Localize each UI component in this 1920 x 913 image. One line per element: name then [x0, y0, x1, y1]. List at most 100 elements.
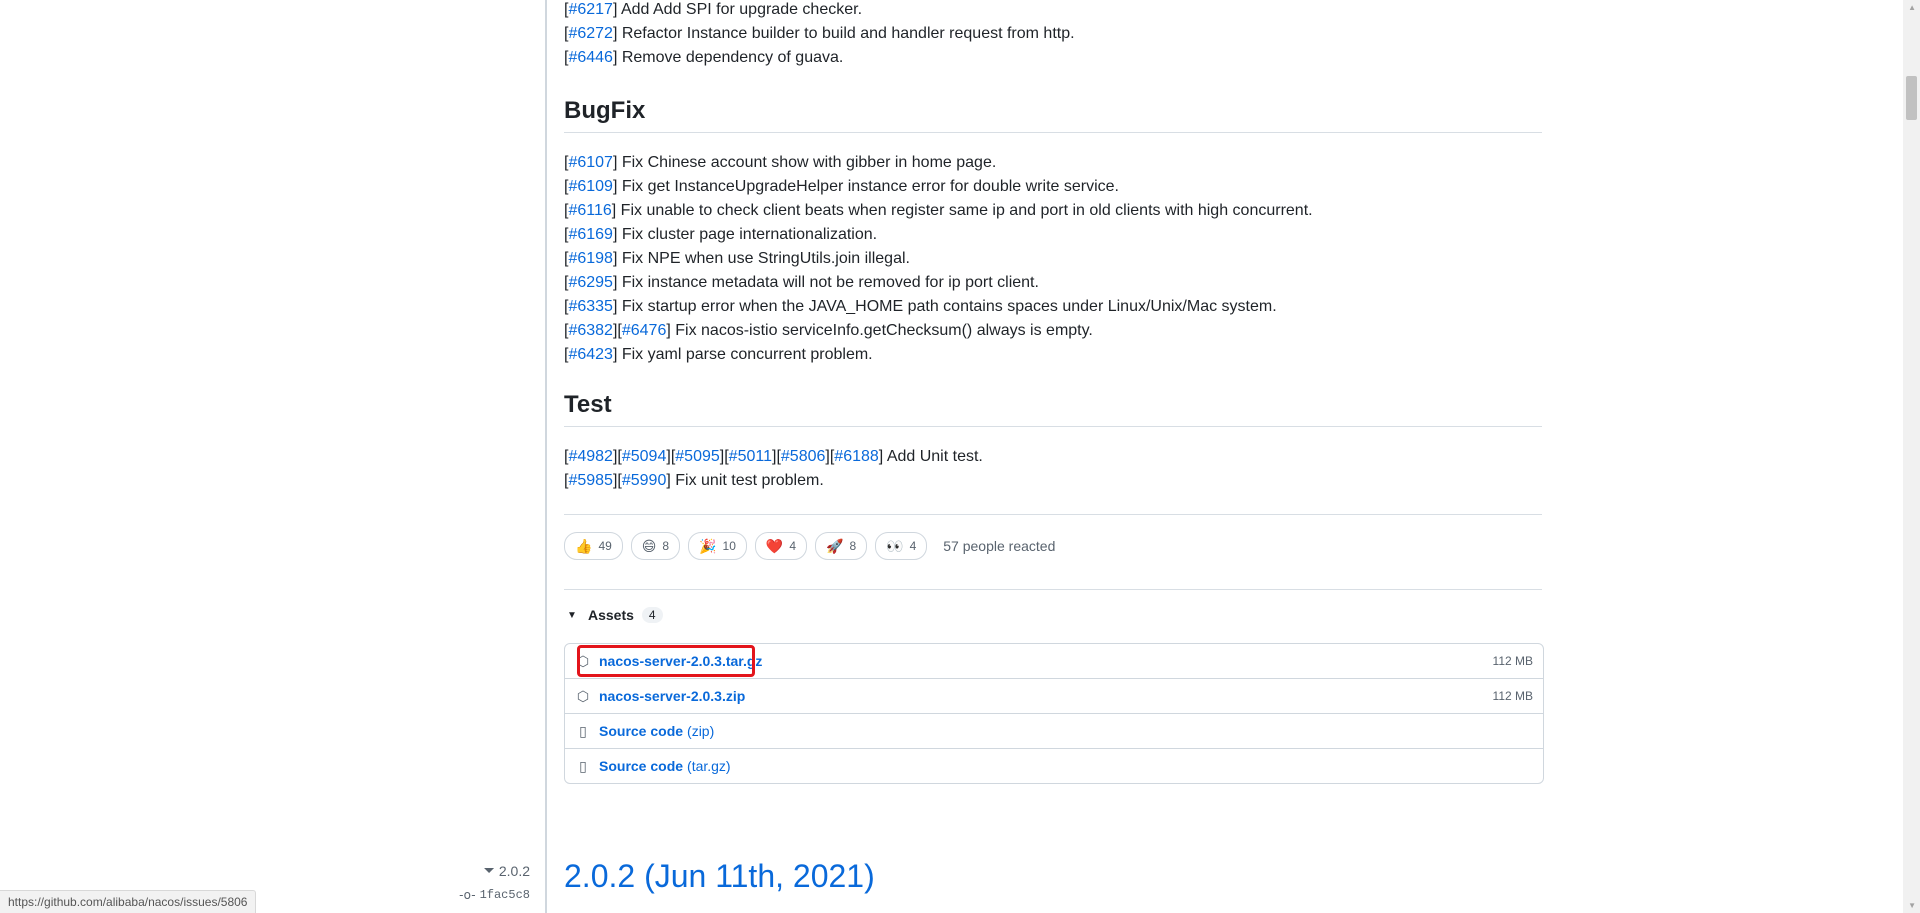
tag-icon: ⏷	[483, 862, 495, 878]
asset-size: 112 MB	[1492, 689, 1533, 703]
issue-link[interactable]: #6169	[568, 226, 613, 243]
bugfix-list: [#6107] Fix Chinese account show with gi…	[564, 151, 1542, 367]
package-icon: ⬡	[576, 687, 590, 704]
item-text: Fix nacos-istio serviceInfo.getChecksum(…	[670, 322, 1093, 339]
scroll-down-arrow-icon[interactable]: ▼	[1908, 901, 1916, 910]
commit-link[interactable]: -o- 1fac5c8	[459, 888, 530, 902]
item-text: Fix cluster page internationalization.	[617, 226, 878, 243]
issue-link[interactable]: #6382	[568, 322, 613, 339]
list-item: [#6107] Fix Chinese account show with gi…	[564, 151, 1542, 175]
issue-link[interactable]: #6198	[568, 250, 613, 267]
asset-size: 112 MB	[1492, 654, 1533, 668]
divider	[564, 589, 1542, 590]
issue-link[interactable]: #5990	[622, 472, 667, 489]
item-text: Fix yaml parse concurrent problem.	[617, 346, 873, 363]
laugh-icon: 😄	[641, 537, 657, 554]
git-commit-icon: -o-	[459, 888, 476, 902]
asset-row: ▯ Source code (zip)	[565, 713, 1543, 748]
asset-download-link[interactable]: nacos-server-2.0.3.tar.gz	[599, 653, 762, 669]
asset-download-link[interactable]: Source code	[599, 723, 683, 739]
issue-link[interactable]: #5985	[568, 472, 613, 489]
hooray-icon: 🎉	[699, 537, 717, 554]
eyes-icon: 👀	[886, 537, 904, 554]
issue-link[interactable]: #6295	[568, 274, 613, 291]
reactions-bar: 👍 49 😄 8 🎉 10 ❤️ 4 🚀 8 👀 4 57 people reacted	[564, 532, 1055, 560]
list-item: [#6446] Remove dependency of guava.	[564, 46, 1075, 70]
issue-link[interactable]: #6107	[568, 154, 613, 171]
issue-link[interactable]: #6476	[622, 322, 667, 339]
list-item: [#4982][#5094][#5095][#5011][#5806][#618…	[564, 445, 1542, 469]
scroll-up-arrow-icon[interactable]: ▲	[1908, 3, 1916, 12]
item-text: Add Unit test.	[883, 448, 983, 465]
item-text: Fix NPE when use StringUtils.join illega…	[617, 250, 910, 267]
asset-download-link[interactable]: nacos-server-2.0.3.zip	[599, 688, 745, 704]
issue-link[interactable]: #6335	[568, 298, 613, 315]
test-heading: Test	[564, 390, 1542, 427]
issue-link[interactable]: #5094	[622, 448, 667, 465]
heart-icon: ❤️	[765, 537, 784, 554]
asset-format[interactable]: (tar.gz)	[687, 758, 731, 774]
feature-list: [#6217] Add Add SPI for upgrade checker.…	[564, 0, 1075, 70]
reaction-count: 8	[662, 539, 670, 553]
test-section: Test [#4982][#5094][#5095][#5011][#5806]…	[564, 390, 1542, 493]
list-item: [#6295] Fix instance metadata will not b…	[564, 271, 1542, 295]
vertical-scrollbar[interactable]: ▲ ▼	[1903, 0, 1920, 913]
issue-link[interactable]: #5095	[675, 448, 720, 465]
reaction-button[interactable]: 👀 4	[875, 532, 928, 560]
issue-link[interactable]: #6188	[834, 448, 879, 465]
timeline-rail	[545, 0, 547, 913]
reaction-button[interactable]: 🚀 8	[815, 532, 868, 560]
item-text: Add Add SPI for upgrade checker.	[617, 1, 863, 18]
asset-row: ⬡ nacos-server-2.0.3.tar.gz 112 MB	[565, 644, 1543, 678]
issue-link[interactable]: #6446	[568, 49, 613, 66]
issue-link[interactable]: #4982	[568, 448, 613, 465]
commit-sha: 1fac5c8	[479, 888, 530, 902]
list-item: [#5985][#5990] Fix unit test problem.	[564, 469, 1542, 493]
assets-list: ⬡ nacos-server-2.0.3.tar.gz 112 MB ⬡ nacos-s…	[564, 643, 1544, 784]
reaction-count: 10	[722, 539, 736, 553]
issue-link[interactable]: #5011	[729, 448, 772, 465]
bugfix-heading: BugFix	[564, 96, 1542, 133]
reaction-button[interactable]: 🎉 10	[688, 532, 747, 560]
list-item: [#6217] Add Add SPI for upgrade checker.	[564, 0, 1075, 22]
item-text: Fix get InstanceUpgradeHelper instance e…	[617, 178, 1119, 195]
issue-link[interactable]: #6217	[568, 1, 613, 18]
asset-download-link[interactable]: Source code	[599, 758, 683, 774]
list-item: [#6169] Fix cluster page internationaliz…	[564, 223, 1542, 247]
release-tag: 2.0.2	[498, 862, 530, 879]
issue-link[interactable]: #6423	[568, 346, 613, 363]
list-item: [#6109] Fix get InstanceUpgradeHelper in…	[564, 175, 1542, 199]
reaction-count: 4	[789, 539, 797, 553]
list-item: [#6272] Refactor Instance builder to bui…	[564, 22, 1075, 46]
list-item: [#6198] Fix NPE when use StringUtils.joi…	[564, 247, 1542, 271]
triangle-down-icon: ▼	[567, 609, 577, 621]
item-text: Refactor Instance builder to build and h…	[617, 25, 1075, 42]
item-text: Remove dependency of guava.	[617, 49, 844, 66]
reactions-summary[interactable]: 57 people reacted	[943, 538, 1055, 554]
reaction-button[interactable]: ❤️ 4	[754, 532, 808, 560]
release-title-link[interactable]: 2.0.2 (Jun 11th, 2021)	[564, 858, 875, 895]
reaction-button[interactable]: 😄 8	[630, 532, 681, 560]
issue-link[interactable]: #6272	[568, 25, 613, 42]
assets-label: Assets	[588, 607, 634, 623]
list-item: [#6335] Fix startup error when the JAVA_…	[564, 295, 1542, 319]
item-text: Fix unable to check client beats when re…	[616, 202, 1313, 219]
asset-format[interactable]: (zip)	[687, 723, 714, 739]
rocket-icon: 🚀	[826, 537, 844, 554]
item-text: Fix Chinese account show with gibber in …	[617, 154, 997, 171]
list-item: [#6116] Fix unable to check client beats…	[564, 199, 1542, 223]
divider	[564, 514, 1542, 515]
issue-link[interactable]: #6109	[568, 178, 613, 195]
release-tag-link[interactable]: ⏷ 2.0.2	[484, 862, 530, 879]
assets-toggle[interactable]: ▼ Assets 4	[564, 607, 663, 623]
assets-count: 4	[641, 607, 663, 623]
scroll-thumb[interactable]	[1906, 76, 1917, 120]
issue-link[interactable]: #6116	[568, 202, 611, 219]
issue-link[interactable]: #5806	[781, 448, 826, 465]
reaction-count: 49	[598, 539, 612, 553]
reaction-count: 4	[909, 539, 917, 553]
reaction-button[interactable]: 👍 49	[564, 532, 623, 560]
asset-row: ▯ Source code (tar.gz)	[565, 748, 1543, 783]
list-item: [#6423] Fix yaml parse concurrent proble…	[564, 343, 1542, 367]
file-zip-icon: ▯	[579, 722, 587, 739]
